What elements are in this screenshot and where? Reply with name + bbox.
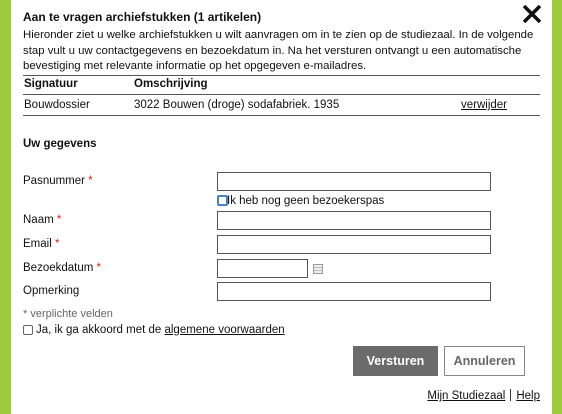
calendar-icon[interactable]	[313, 264, 323, 274]
pasnummer-label: Pasnummer *	[23, 175, 93, 187]
remove-item-link[interactable]: verwijder	[461, 99, 507, 111]
opmerking-input[interactable]	[217, 282, 491, 301]
email-label-text: Email	[23, 238, 52, 250]
email-input[interactable]	[217, 235, 491, 254]
bezoekdatum-label: Bezoekdatum *	[23, 262, 101, 274]
cell-signatuur: Bouwdossier	[24, 99, 90, 111]
opmerking-label: Opmerking	[23, 285, 80, 297]
required-mark: *	[56, 214, 62, 226]
bezoekdatum-input[interactable]	[217, 259, 308, 278]
required-fields-hint: * verplichte velden	[23, 308, 113, 320]
section-title: Uw gegevens	[23, 138, 97, 150]
table-header: Signatuur Omschrijving	[23, 75, 540, 95]
my-studiezaal-link[interactable]: Mijn Studiezaal	[427, 390, 505, 402]
email-label: Email *	[23, 238, 59, 250]
table-row: Bouwdossier 3022 Bouwen (droge) sodafabr…	[23, 95, 540, 116]
pasnummer-input[interactable]	[217, 172, 491, 191]
header-signatuur: Signatuur	[24, 78, 78, 90]
requested-items-table: Signatuur Omschrijving Bouwdossier 3022 …	[23, 75, 540, 116]
cell-omschrijving: 3022 Bouwen (droge) sodafabriek. 1935	[134, 99, 340, 111]
no-pass-label: Ik heb nog geen bezoekerspas	[227, 195, 385, 207]
cancel-button[interactable]: Annuleren	[444, 346, 525, 376]
bezoekdatum-label-text: Bezoekdatum	[23, 262, 94, 274]
send-button[interactable]: Versturen	[353, 346, 438, 376]
header-omschrijving: Omschrijving	[134, 78, 208, 90]
agree-label: Ja, ik ga akkoord met de algemene voorwa…	[36, 324, 285, 336]
close-icon[interactable]	[520, 2, 544, 26]
pasnummer-label-text: Pasnummer	[23, 175, 85, 187]
required-mark: *	[88, 175, 93, 187]
divider	[510, 389, 512, 401]
naam-label-text: Naam	[23, 214, 54, 226]
naam-input[interactable]	[217, 211, 491, 230]
agree-checkbox[interactable]	[23, 325, 33, 335]
naam-label: Naam *	[23, 214, 61, 226]
request-dialog: Aan te vragen archiefstukken (1 artikele…	[11, 0, 552, 414]
agree-text: Ja, ik ga akkoord met de	[36, 324, 165, 336]
intro-text: Hieronder ziet u welke archiefstukken u …	[23, 29, 534, 72]
help-link[interactable]: Help	[516, 390, 540, 402]
terms-link[interactable]: algemene voorwaarden	[164, 324, 284, 336]
required-mark: *	[96, 262, 102, 274]
required-mark: *	[54, 238, 60, 250]
footer-links: Mijn Studiezaal Help	[427, 389, 540, 402]
dialog-title: Aan te vragen archiefstukken (1 artikele…	[23, 10, 262, 24]
